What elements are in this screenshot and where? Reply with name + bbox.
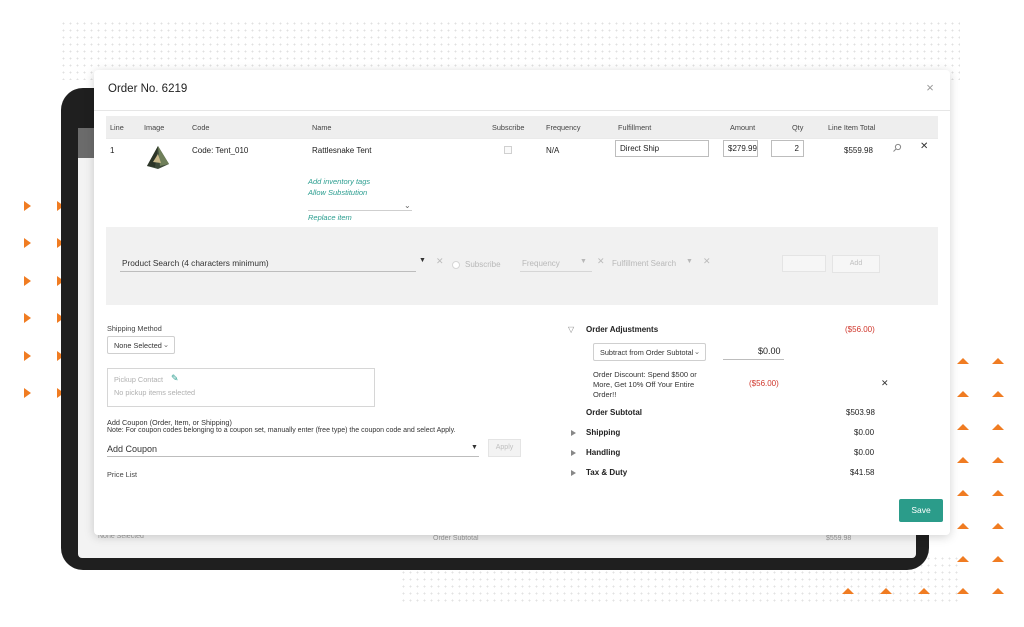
add-product-button[interactable]: Add xyxy=(832,255,880,273)
shipping-method-value: None Selected xyxy=(114,341,162,350)
order-subtotal-value: $503.98 xyxy=(846,408,875,417)
row-frequency: N/A xyxy=(546,146,560,155)
fulfillment-caret-icon[interactable]: ▼ xyxy=(686,258,693,265)
allow-substitution-link[interactable]: Allow Substitution xyxy=(308,188,367,197)
row-line-item-total: $559.98 xyxy=(844,146,873,155)
col-subscribe: Subscribe xyxy=(492,123,525,132)
chevron-down-icon: ⌄ xyxy=(162,340,169,349)
row-name: Rattlesnake Tent xyxy=(312,146,372,155)
handling-value: $0.00 xyxy=(854,448,875,457)
subscribe-radio[interactable] xyxy=(452,261,460,269)
close-icon[interactable]: × xyxy=(924,81,936,94)
col-name: Name xyxy=(312,123,332,132)
adjustment-amount-underline xyxy=(723,359,784,360)
col-line: Line xyxy=(110,123,124,132)
shipping-summary-label: Shipping xyxy=(586,428,621,437)
order-subtotal-label: Order Subtotal xyxy=(586,408,643,417)
coupon-input[interactable]: Add Coupon xyxy=(107,444,157,454)
row-code: Code: Tent_010 xyxy=(192,146,249,155)
background-subtotal-label: Order Subtotal xyxy=(433,535,479,542)
remove-discount-icon[interactable]: ✕ xyxy=(881,378,889,389)
expand-handling-icon[interactable] xyxy=(571,450,576,456)
expand-tax-icon[interactable] xyxy=(571,470,576,476)
amount-input[interactable]: $279.99 xyxy=(723,140,758,157)
coupon-label: Add Coupon (Order, Item, or Shipping) xyxy=(107,418,232,427)
adjustment-amount-input[interactable]: $0.00 xyxy=(758,346,781,356)
fulfillment-search-select[interactable]: Fulfillment Search xyxy=(612,259,676,268)
subscribe-checkbox[interactable] xyxy=(504,146,512,154)
col-amount: Amount xyxy=(730,123,756,132)
col-code: Code xyxy=(192,123,210,132)
search-icon[interactable] xyxy=(892,143,902,153)
col-image: Image xyxy=(144,123,165,132)
pickup-contact-label: Pickup Contact xyxy=(114,375,164,384)
fulfillment-input[interactable]: Direct Ship xyxy=(615,140,709,157)
frequency-underline xyxy=(520,271,592,272)
replace-item-link[interactable]: Replace item xyxy=(308,213,352,222)
search-amount-input[interactable] xyxy=(782,255,826,272)
pickup-contact-box[interactable]: Pickup Contact ✎ No pickup items selecte… xyxy=(107,368,375,407)
product-search-underline xyxy=(120,271,416,272)
row-divider xyxy=(106,138,938,139)
apply-coupon-button[interactable]: Apply xyxy=(488,439,521,457)
pickup-placeholder: No pickup items selected xyxy=(114,388,196,397)
frequency-select[interactable]: Frequency xyxy=(522,259,560,268)
col-fulfillment: Fulfillment xyxy=(618,123,652,132)
frequency-clear-icon[interactable]: ✕ xyxy=(597,256,605,267)
modal-divider xyxy=(94,110,950,111)
col-line-item-total: Line Item Total xyxy=(828,123,876,132)
expand-shipping-icon[interactable] xyxy=(571,430,576,436)
substitution-select[interactable] xyxy=(308,210,412,211)
background-menu-icon xyxy=(78,128,94,158)
order-discount-text: Order Discount: Spend $500 or More, Get … xyxy=(593,370,697,399)
remove-item-icon[interactable]: ✕ xyxy=(920,142,930,152)
shipping-summary-value: $0.00 xyxy=(854,428,875,437)
fulfillment-clear-icon[interactable]: ✕ xyxy=(703,256,711,267)
shipping-method-select[interactable]: None Selected ⌄ xyxy=(107,336,175,354)
frequency-caret-icon[interactable]: ▼ xyxy=(580,258,587,265)
price-list-label: Price List xyxy=(107,470,138,479)
dropdown-caret-icon[interactable]: ▼ xyxy=(419,257,426,264)
tent-product-image xyxy=(144,142,172,170)
edit-icon[interactable]: ✎ xyxy=(171,373,179,384)
col-qty: Qty xyxy=(792,123,804,132)
adjustment-mode-select[interactable]: Subtract from Order Subtotal ⌄ xyxy=(593,343,706,361)
qty-input[interactable]: 2 xyxy=(771,140,804,157)
line-items-header: Line Image Code Name Subscribe Frequency… xyxy=(106,116,938,138)
subscribe-label: Subscribe xyxy=(465,260,501,269)
product-search-panel: Product Search (4 characters minimum) ▼ … xyxy=(106,227,938,305)
clear-icon[interactable]: ✕ xyxy=(436,256,444,267)
order-adjustments-total: ($56.00) xyxy=(845,325,875,334)
chevron-down-icon[interactable]: ⌄ xyxy=(404,201,411,210)
save-button[interactable]: Save xyxy=(899,499,943,522)
order-modal: Order No. 6219 × Line Image Code Name Su… xyxy=(94,70,950,535)
coupon-underline xyxy=(107,456,479,457)
background-subtotal-value: $559.98 xyxy=(826,535,852,542)
order-adjustments-label: Order Adjustments xyxy=(586,325,659,334)
tax-duty-value: $41.58 xyxy=(850,468,875,477)
order-discount-amount: ($56.00) xyxy=(749,379,779,388)
row-line: 1 xyxy=(110,146,115,155)
modal-title: Order No. 6219 xyxy=(108,83,188,95)
adjustment-mode-value: Subtract from Order Subtotal xyxy=(600,348,694,357)
coupon-note: Note: For coupon codes belonging to a co… xyxy=(107,427,456,434)
coupon-caret-icon[interactable]: ▼ xyxy=(471,444,478,451)
add-inventory-tags-link[interactable]: Add inventory tags xyxy=(308,177,370,186)
shipping-method-label: Shipping Method xyxy=(107,324,162,333)
chevron-down-icon: ⌄ xyxy=(693,347,700,356)
product-search-input[interactable]: Product Search (4 characters minimum) xyxy=(122,258,269,268)
collapse-adjustments-icon[interactable]: ▽ xyxy=(568,325,574,334)
tax-duty-label: Tax & Duty xyxy=(586,468,628,477)
handling-label: Handling xyxy=(586,448,621,457)
col-frequency: Frequency xyxy=(546,123,581,132)
